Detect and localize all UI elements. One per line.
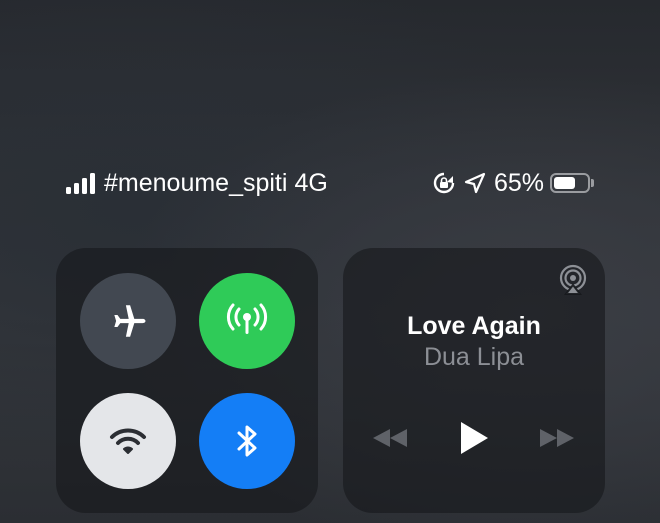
rewind-icon xyxy=(373,429,407,447)
bluetooth-toggle[interactable] xyxy=(199,393,295,489)
rotation-lock-icon xyxy=(432,171,456,195)
battery-level-fill xyxy=(554,177,575,189)
song-artist: Dua Lipa xyxy=(423,343,525,371)
battery-icon xyxy=(550,173,594,193)
carrier-name: #menoume_spiti xyxy=(104,168,288,197)
play-icon xyxy=(461,422,488,454)
cellular-signal-icon xyxy=(66,172,95,194)
status-right: 65% xyxy=(424,166,594,200)
cellular-data-toggle[interactable] xyxy=(199,273,295,369)
rewind-button[interactable] xyxy=(371,418,409,458)
battery-percent: 65% xyxy=(493,168,544,197)
airplane-icon xyxy=(114,305,146,337)
wifi-toggle[interactable] xyxy=(80,393,176,489)
wifi-icon xyxy=(110,428,146,454)
connectivity-panel xyxy=(56,248,318,513)
status-left: #menoume_spiti 4G xyxy=(66,166,328,200)
airplay-button[interactable] xyxy=(557,264,589,301)
airplane-mode-toggle[interactable] xyxy=(80,273,176,369)
playback-controls xyxy=(343,418,605,458)
airplay-icon xyxy=(559,264,587,295)
network-type: 4G xyxy=(294,168,328,197)
cellular-antenna-icon xyxy=(226,303,268,334)
status-bar: #menoume_spiti 4G 65% xyxy=(66,166,594,200)
fast-forward-icon xyxy=(540,429,574,447)
play-button[interactable] xyxy=(457,418,491,458)
now-playing-panel: Love Again Dua Lipa xyxy=(343,248,605,513)
bluetooth-icon xyxy=(237,425,257,457)
fast-forward-button[interactable] xyxy=(538,418,576,458)
song-title: Love Again xyxy=(407,312,541,340)
location-arrow-icon xyxy=(464,172,486,194)
